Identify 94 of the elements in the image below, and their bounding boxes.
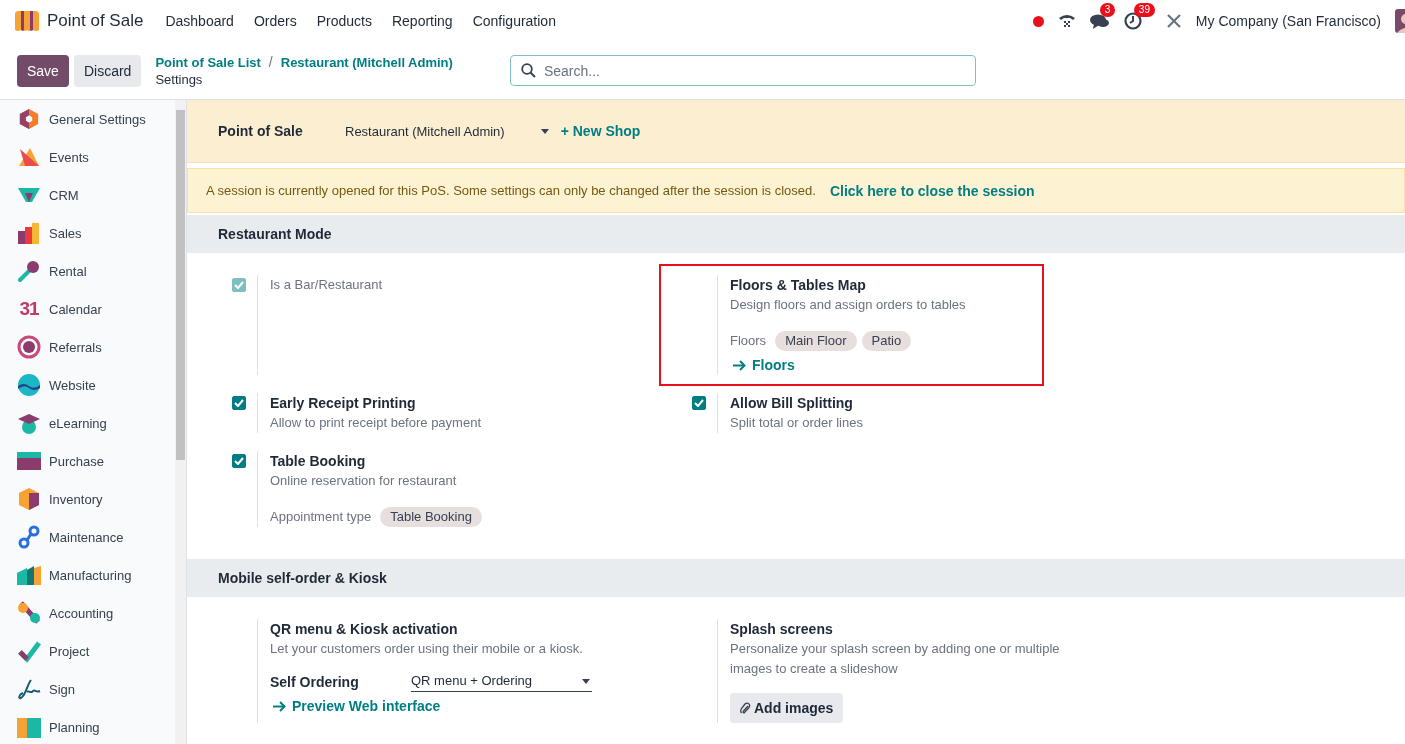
sidebar-item[interactable]: 31 Calendar — [0, 290, 175, 328]
setting-title: Early Receipt Printing — [270, 394, 416, 413]
scrollbar[interactable] — [175, 100, 186, 744]
sidebar-item[interactable]: Website — [0, 366, 175, 404]
paperclip-icon — [740, 701, 751, 715]
section-title: Mobile self-order & Kiosk — [218, 570, 387, 586]
setting-description: Allow to print receipt before payment — [270, 414, 481, 432]
setting-title: Table Booking — [270, 452, 366, 471]
clock-icon[interactable] — [1123, 12, 1142, 30]
awning-icon[interactable] — [14, 10, 40, 32]
checkbox[interactable] — [692, 396, 706, 410]
caret-icon — [540, 128, 549, 134]
section-title: Restaurant Mode — [218, 226, 332, 242]
shop-select[interactable]: Restaurant (Mitchell Admin) — [345, 123, 555, 139]
field-label: Appointment type — [270, 508, 372, 526]
setting-title: Floors & Tables Map — [730, 276, 866, 295]
shop-label: Point of Sale — [218, 123, 304, 139]
ring-icon — [17, 335, 41, 359]
discard-button[interactable]: Discard — [73, 54, 142, 87]
setting-description: Let your customers order using their mobile or a kiosk. — [270, 640, 583, 658]
alert-text: A session is currently opened for this PoS. Some settings can only be changed after the session is closed. — [206, 183, 816, 198]
mortarboard-icon — [17, 411, 41, 435]
message-count: 3 — [1099, 3, 1116, 17]
menu-item[interactable]: Configuration — [462, 13, 566, 29]
sidebar-item[interactable]: General Settings — [0, 100, 175, 138]
sidebar-item[interactable]: CRM — [0, 176, 175, 214]
select-field[interactable]: QR menu + Ordering — [411, 671, 592, 692]
sidebar-item[interactable]: Referrals — [0, 328, 175, 366]
sidebar-item[interactable]: Maintenance — [0, 518, 175, 556]
setting-link[interactable]: Preview Web interface — [273, 696, 441, 716]
checkbox[interactable] — [232, 396, 246, 410]
new-shop-link[interactable]: + New Shop — [560, 123, 641, 139]
menu-item[interactable]: Dashboard — [155, 13, 244, 29]
chat-icon[interactable] — [1089, 12, 1110, 30]
menu-item[interactable]: Reporting — [381, 13, 463, 29]
setting-title: Splash screens — [730, 620, 833, 639]
setting-description: Split total or order lines — [730, 414, 863, 432]
setting-title: QR menu & Kiosk activation — [270, 620, 458, 639]
page-title: Settings — [155, 70, 204, 88]
caret-icon — [582, 678, 590, 684]
setting-description: Online reservation for restaurant — [270, 472, 457, 490]
percent-icon — [17, 601, 41, 625]
sidebar-item[interactable]: Inventory — [0, 480, 175, 518]
sidebar-item[interactable]: Planning — [0, 708, 175, 744]
menu-item[interactable]: Orders — [243, 13, 307, 29]
sidebar-item[interactable]: eLearning — [0, 404, 175, 442]
record-dot-icon[interactable] — [1032, 15, 1044, 27]
tag[interactable]: Main Floor — [775, 331, 857, 351]
sidebar-item[interactable]: Manufacturing — [0, 556, 175, 594]
tag[interactable]: Patio — [861, 331, 912, 351]
arrow-right-icon — [733, 359, 746, 371]
sidebar-item[interactable]: Project — [0, 632, 175, 670]
breadcrumb-link[interactable]: Point of Sale List — [155, 53, 261, 71]
tag[interactable]: Table Booking — [380, 507, 482, 527]
hexagon-icon — [18, 108, 40, 130]
triangles-icon — [17, 146, 41, 168]
breadcrumb-link[interactable]: Restaurant (Mitchell Admin) — [280, 53, 453, 71]
factory-icon — [17, 565, 41, 585]
menu-item[interactable]: Products — [306, 13, 382, 29]
arrow-right-icon — [273, 700, 286, 712]
sidebar-item[interactable]: Accounting — [0, 594, 175, 632]
checkbox[interactable] — [232, 454, 246, 468]
setting-title: Is a Bar/Restaurant — [270, 276, 382, 294]
close-session-link[interactable]: Click here to close the session — [829, 182, 1035, 199]
sidebar-item[interactable]: Events — [0, 138, 175, 176]
app-name[interactable]: Point of Sale — [47, 11, 144, 31]
key-icon — [17, 259, 41, 283]
bar-chart-icon — [17, 222, 41, 244]
box-icon — [18, 487, 40, 511]
save-button[interactable]: Save — [17, 54, 69, 87]
setting-link[interactable]: Floors — [733, 355, 795, 375]
setting-description: Design floors and assign orders to tables — [730, 296, 966, 314]
add-images-button[interactable]: Add images — [730, 693, 844, 723]
breadcrumb-separator: / — [268, 53, 273, 71]
calendar-number-icon: 31 — [19, 299, 39, 319]
sidebar-item[interactable]: Rental — [0, 252, 175, 290]
activity-count: 39 — [1133, 3, 1155, 17]
chevron-icon — [17, 186, 41, 204]
link-icon — [17, 525, 41, 549]
sidebar-item[interactable]: Purchase — [0, 442, 175, 480]
search-icon — [520, 63, 536, 78]
field-label: Self Ordering — [270, 672, 360, 692]
card-icon — [17, 451, 41, 471]
search-field[interactable]: Search... — [509, 55, 976, 86]
check-icon — [17, 639, 41, 663]
globe-icon — [17, 373, 41, 397]
setting-title: Allow Bill Splitting — [730, 394, 853, 413]
signature-icon — [17, 677, 41, 701]
sidebar-item[interactable]: Sign — [0, 670, 175, 708]
phone-icon[interactable] — [1057, 12, 1076, 30]
sidebar-item[interactable]: Sales — [0, 214, 175, 252]
field-label: Floors — [730, 332, 767, 350]
setting-description: Personalize your splash screen by adding one or multiple images to create a slideshow — [730, 640, 1061, 678]
company-switcher[interactable]: My Company (San Francisco) — [1195, 13, 1381, 29]
